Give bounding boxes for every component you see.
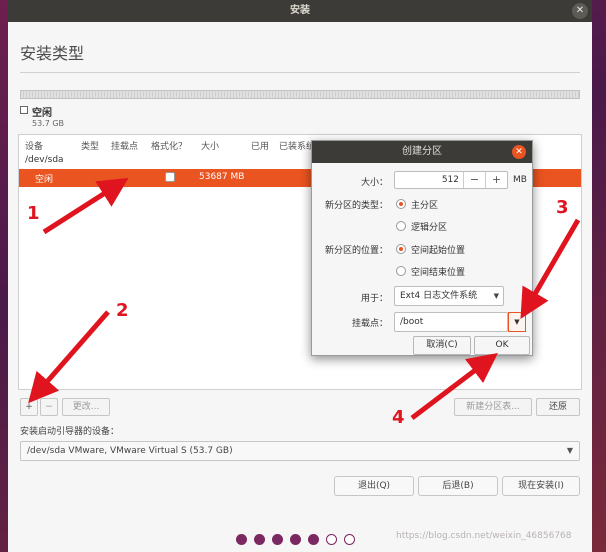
type-label: 新分区的类型：	[324, 201, 388, 211]
cancel-button[interactable]: 取消(C)	[413, 336, 471, 355]
size-value[interactable]: 512	[395, 175, 459, 185]
create-partition-dialog: 创建分区 ✕ 大小： 512 − + MB 新分区的类型： 主分区 逻辑分区 新…	[311, 140, 533, 356]
annotation-number-4: 4	[392, 407, 405, 428]
remove-partition-button[interactable]: −	[40, 398, 58, 416]
chevron-down-icon: ▼	[493, 292, 499, 300]
progress-dot	[254, 534, 265, 545]
bootloader-select[interactable]: /dev/sda VMware, VMware Virtual S (53.7 …	[20, 441, 580, 461]
dialog-close-icon[interactable]: ✕	[512, 145, 526, 159]
progress-dot	[290, 534, 301, 545]
logical-partition-radio[interactable]	[396, 221, 406, 231]
row-name: 空闲	[35, 175, 54, 185]
decrement-button[interactable]: −	[463, 172, 485, 188]
filesystem-select[interactable]: Ext4 日志文件系统 ▼	[394, 286, 504, 306]
dialog-title: 创建分区	[402, 146, 442, 157]
col-system[interactable]: 已装系统	[279, 139, 315, 152]
mount-point-value: /boot	[400, 317, 424, 327]
ok-button[interactable]: OK	[474, 336, 530, 355]
window-titlebar: 安装 ✕	[8, 0, 592, 22]
dialog-titlebar: 创建分区 ✕	[312, 141, 532, 163]
progress-dot	[308, 534, 319, 545]
free-space-swatch	[20, 106, 28, 114]
size-label: 大小：	[360, 178, 388, 188]
watermark: https://blog.csdn.net/weixin_46856768	[396, 531, 572, 541]
annotation-number-3: 3	[556, 197, 569, 218]
mount-point-input[interactable]: /boot	[394, 312, 508, 332]
mount-point-dropdown-icon[interactable]: ▼	[508, 312, 526, 332]
annotation-number-2: 2	[116, 300, 129, 321]
col-type[interactable]: 类型	[81, 139, 99, 152]
increment-button[interactable]: +	[485, 172, 507, 188]
add-partition-button[interactable]: +	[20, 398, 38, 416]
location-start-radio[interactable]	[396, 244, 406, 254]
progress-dot	[272, 534, 283, 545]
page-title: 安装类型	[20, 44, 85, 63]
device-row[interactable]: /dev/sda	[25, 155, 64, 165]
row-size: 53687 MB	[199, 172, 245, 182]
progress-dot	[236, 534, 247, 545]
col-mount[interactable]: 挂载点	[111, 139, 138, 152]
size-spinbox[interactable]: 512 − +	[394, 171, 508, 189]
free-space-label: 空闲	[32, 108, 52, 119]
new-partition-table-button[interactable]: 新建分区表...	[454, 398, 532, 416]
use-as-label: 用于：	[360, 294, 388, 304]
progress-dots	[236, 534, 355, 545]
window-close-icon[interactable]: ✕	[572, 3, 588, 19]
title-divider	[20, 72, 580, 73]
location-end-label[interactable]: 空间结束位置	[411, 265, 465, 278]
progress-dot	[326, 534, 337, 545]
window-title: 安装	[290, 5, 310, 16]
free-space-size: 53.7 GB	[32, 119, 65, 128]
format-checkbox[interactable]	[165, 172, 175, 182]
size-unit: MB	[513, 175, 527, 185]
mount-point-label: 挂载点：	[351, 319, 388, 329]
filesystem-value: Ext4 日志文件系统	[400, 291, 478, 301]
back-button[interactable]: 后退(B)	[418, 476, 498, 496]
col-size[interactable]: 大小	[201, 139, 219, 152]
primary-partition-radio[interactable]	[396, 199, 406, 209]
col-device[interactable]: 设备	[25, 139, 43, 152]
partition-bar	[20, 90, 580, 99]
col-format[interactable]: 格式化？	[151, 139, 187, 152]
bootloader-label: 安装启动引导器的设备：	[20, 427, 120, 437]
chevron-down-icon: ▼	[566, 446, 573, 455]
progress-dot	[344, 534, 355, 545]
change-partition-button[interactable]: 更改...	[62, 398, 110, 416]
location-label: 新分区的位置：	[324, 246, 388, 256]
col-used[interactable]: 已用	[251, 139, 269, 152]
location-start-label[interactable]: 空间起始位置	[411, 243, 465, 256]
revert-button[interactable]: 还原	[536, 398, 580, 416]
annotation-number-1: 1	[27, 203, 40, 224]
primary-partition-label[interactable]: 主分区	[411, 198, 438, 211]
quit-button[interactable]: 退出(Q)	[334, 476, 414, 496]
bootloader-value: /dev/sda VMware, VMware Virtual S (53.7 …	[27, 446, 233, 456]
install-now-button[interactable]: 现在安装(I)	[502, 476, 580, 496]
location-end-radio[interactable]	[396, 266, 406, 276]
logical-partition-label[interactable]: 逻辑分区	[411, 220, 447, 233]
